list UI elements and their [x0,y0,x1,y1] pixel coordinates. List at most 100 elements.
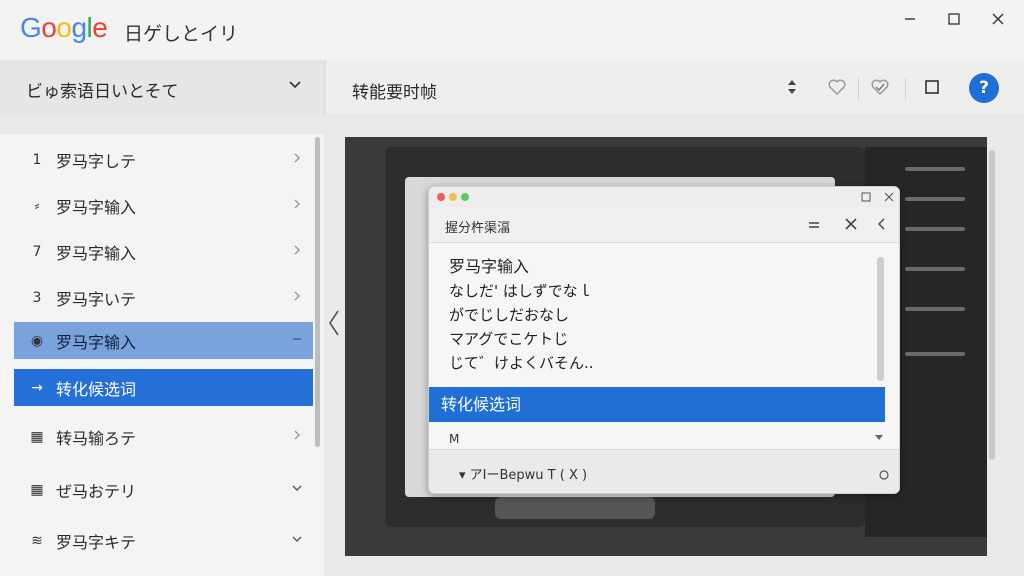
status-circle-icon [879,470,889,480]
sidebar-item[interactable]: ≋ 罗马字キテ [14,522,313,559]
preview-decoration [905,352,965,356]
popup-scrollbar[interactable] [877,257,884,381]
logo-letter: g [71,12,87,43]
popup-title: 握分杵渠湢 [445,221,511,236]
preview-dock [495,497,655,519]
logo-letter: e [92,12,108,43]
chevron-down-icon [289,81,301,89]
sort-icon [788,80,796,94]
romaji-lines: 罗马字输入なしだ' はしずでなｌ がでじしだおなし マアグでこケトじじて゛けよくバそ… [449,255,594,375]
chevron-right-icon [294,153,300,163]
popup-close-icon[interactable] [884,192,894,202]
sidebar-item-label: 罗马字しテ [56,151,137,171]
chevron-right-icon [294,245,300,255]
sidebar-item-label: ぜ马おテリ [56,481,137,501]
sidebar-item[interactable]: 3 罗马字いテ [14,279,313,316]
sidebar-item-icon: → [31,379,43,396]
close-icon [992,13,1004,25]
sidebar-item[interactable]: 7 罗马字输入 [14,233,313,270]
sidebar-item-icon: 3 [32,289,42,306]
sidebar-item[interactable]: ◉ 罗马字输入 [14,322,313,359]
window-button[interactable] [919,74,945,100]
chevron-right-icon [294,291,300,301]
logo-letter: o [56,12,72,43]
google-logo: Google [20,12,108,44]
chevron-down-icon [292,536,302,542]
favorite-button[interactable] [824,74,850,100]
swap-icon[interactable] [807,218,821,232]
popup-input-value[interactable]: M [449,432,459,446]
preview-decoration [905,267,965,271]
toolbar-divider [905,78,906,100]
sidebar-item-label: 罗马字输入 [56,332,137,352]
sidebar-item-label: 转马输ろテ [56,428,137,448]
title-bar: Google 日ゲしとイリ [0,0,1024,60]
footer-mode[interactable]: ▾ アIーBepwu T ( X ) [459,464,587,483]
minimize-button[interactable] [897,8,923,30]
close-button[interactable] [985,8,1011,30]
popup-top-bar [429,187,899,207]
romaji-line: 罗马字输入 [449,257,530,276]
sidebar-item[interactable]: ⸗ 罗马字输入 [14,187,313,224]
chevron-left-icon[interactable] [876,217,886,231]
chevron-down-icon [292,485,302,491]
preview-decoration [905,197,965,201]
maximize-button[interactable] [941,8,967,30]
minimize-icon [905,18,915,20]
sidebar-item-label: 罗马字输入 [56,197,137,217]
sidebar-item[interactable]: → 转化候选词 [14,369,313,406]
logo-letter: G [20,12,42,43]
sidebar-item-icon: ▦ [30,481,44,498]
romaji-line: マアグでこケトじ [449,330,569,348]
romaji-line: なしだ' はしずでなｌ [449,282,593,300]
app-title: 日ゲしとイリ [124,23,239,45]
sidebar-item-icon: ⸗ [34,198,40,214]
small-chevron-down-icon[interactable] [875,435,883,441]
romaji-line: がでじしだおなし [449,306,570,324]
dropdown-label: ビゅ索语日いとそて [26,82,179,102]
sidebar-item-icon: ≋ [31,532,43,549]
preview-decoration [905,307,965,311]
preview-scrollbar[interactable] [989,150,995,460]
header-row: ビゅ索语日いとそて 转能要时帧 ? [0,60,1024,114]
sidebar-item[interactable]: ▦ ぜ马おテリ [14,471,313,508]
ime-popup: 握分杵渠湢 罗马字输入なしだ' はしずでなｌ がでじしだおなし マアグでこケトじじて… [428,186,900,494]
popup-footer: ▾ アIーBepwu T ( X ) [429,449,899,493]
check-heart-icon [871,79,889,96]
zoom-dot-icon[interactable] [461,193,469,201]
chevron-right-icon [294,430,300,440]
square-icon [925,80,939,94]
sort-button[interactable] [779,74,805,100]
collapse-sidebar-icon[interactable] [326,308,342,338]
conversion-candidate[interactable]: 转化候选词 [429,387,885,422]
sidebar-item-label: 转化候选词 [56,379,137,399]
help-button[interactable]: ? [969,73,999,103]
maximize-icon [948,13,960,25]
dash-icon [293,338,301,340]
sidebar-item[interactable]: 1 罗马字しテ [14,141,313,178]
preview-decoration [905,167,965,171]
chevron-right-icon [294,199,300,209]
verify-button[interactable] [867,74,893,100]
sidebar-item[interactable]: ▦ 转马输ろテ [14,418,313,455]
logo-letter: o [41,12,57,43]
sidebar-item-label: 罗马字输入 [56,243,137,263]
sidebar-item-icon: 7 [32,243,42,260]
minimize-dot-icon[interactable] [449,193,457,201]
page-title: 转能要时帧 [352,83,437,103]
sidebar-item-icon: 1 [32,151,42,168]
sidebar-item-icon: ▦ [30,428,44,445]
sidebar-scrollbar[interactable] [315,137,320,447]
close-dot-icon[interactable] [437,193,445,201]
sidebar-item-label: 罗马字いテ [56,289,137,309]
heart-icon [828,79,846,96]
popup-header: 握分杵渠湢 [429,207,899,243]
sidebar-item-icon: ◉ [30,332,44,349]
category-dropdown[interactable]: ビゅ索语日いとそて [0,60,325,114]
popup-dismiss-icon[interactable] [844,217,858,231]
preview-decoration [905,227,965,231]
popup-maximize-icon[interactable] [861,192,871,202]
romaji-line: じて゛けよくバそん.. [449,354,594,372]
sidebar-item-label: 罗马字キテ [56,532,137,552]
toolbar-divider [858,78,859,100]
